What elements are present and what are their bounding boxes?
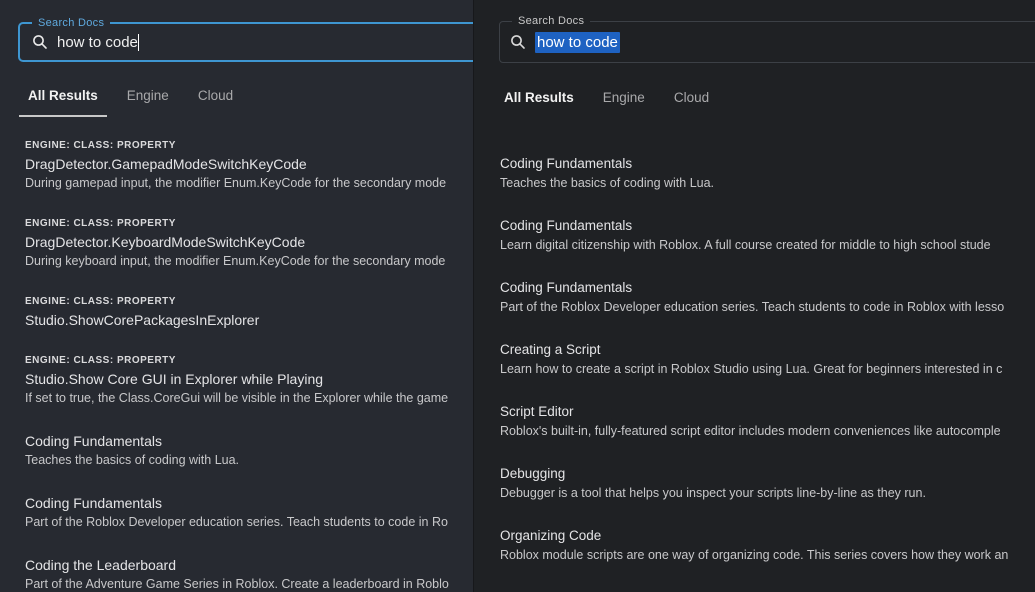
- result-title: Creating a Script: [500, 341, 1035, 359]
- result-category: ENGINE: CLASS: PROPERTY: [25, 295, 473, 309]
- search-icon: [32, 34, 48, 50]
- tab-engine[interactable]: Engine: [594, 90, 654, 119]
- search-result-item[interactable]: ENGINE: CLASS: PROPERTY Studio.Show Core …: [25, 354, 473, 407]
- result-category: ENGINE: CLASS: PROPERTY: [25, 354, 473, 368]
- result-description: Part of the Adventure Game Series in Rob…: [25, 576, 473, 592]
- search-result-item[interactable]: Coding Fundamentals Teaches the basics of…: [500, 155, 1035, 192]
- results-tab-bar: All Results Engine Cloud: [0, 88, 473, 117]
- result-description: Teaches the basics of coding with Lua.: [25, 452, 473, 469]
- search-result-item[interactable]: Coding Fundamentals Learn digital citizen…: [500, 217, 1035, 254]
- search-result-item[interactable]: Coding Fundamentals Part of the Roblox De…: [25, 494, 473, 531]
- search-result-item[interactable]: ENGINE: CLASS: PROPERTY DragDetector.Keyb…: [25, 217, 473, 270]
- docs-search-comparison: Search Docs how to code All Results Engi…: [0, 0, 1035, 592]
- search-result-item[interactable]: ENGINE: CLASS: PROPERTY Studio.ShowCorePa…: [25, 295, 473, 329]
- result-title: Coding Fundamentals: [500, 155, 1035, 173]
- result-description: Debugger is a tool that helps you inspec…: [500, 485, 1035, 502]
- results-tab-bar: All Results Engine Cloud: [474, 90, 1035, 119]
- tab-all-results[interactable]: All Results: [19, 88, 107, 117]
- result-description: Part of the Roblox Developer education s…: [500, 299, 1035, 316]
- result-description: Roblox's built-in, fully-featured script…: [500, 423, 1035, 440]
- result-description: Learn how to create a script in Roblox S…: [500, 361, 1035, 378]
- search-result-item[interactable]: Organizing Code Roblox module scripts are…: [500, 527, 1035, 564]
- tab-cloud[interactable]: Cloud: [189, 88, 242, 117]
- result-category: ENGINE: CLASS: PROPERTY: [25, 217, 473, 231]
- result-description: During gamepad input, the modifier Enum.…: [25, 175, 473, 192]
- search-query-text: how to code: [57, 34, 138, 51]
- search-input[interactable]: Search Docs how to code: [18, 22, 473, 62]
- search-input[interactable]: Search Docs how to code: [499, 21, 1035, 63]
- result-title: DragDetector.KeyboardModeSwitchKeyCode: [25, 233, 473, 251]
- result-title: Coding Fundamentals: [25, 494, 473, 512]
- tab-cloud[interactable]: Cloud: [665, 90, 718, 119]
- search-result-item[interactable]: Creating a Script Learn how to create a s…: [500, 341, 1035, 378]
- result-description: Teaches the basics of coding with Lua.: [500, 175, 1035, 192]
- result-title: Coding Fundamentals: [25, 432, 473, 450]
- result-title: Coding Fundamentals: [500, 217, 1035, 235]
- tab-all-results[interactable]: All Results: [495, 90, 583, 119]
- result-title: Coding Fundamentals: [500, 279, 1035, 297]
- result-title: Script Editor: [500, 403, 1035, 421]
- result-description: Part of the Roblox Developer education s…: [25, 514, 473, 531]
- result-title: Studio.Show Core GUI in Explorer while P…: [25, 370, 473, 388]
- search-result-item[interactable]: Coding Fundamentals Part of the Roblox De…: [500, 279, 1035, 316]
- result-description: During keyboard input, the modifier Enum…: [25, 253, 473, 270]
- result-description: Roblox module scripts are one way of org…: [500, 547, 1035, 564]
- search-results-list: Coding Fundamentals Teaches the basics of…: [474, 155, 1035, 592]
- search-field-label: Search Docs: [512, 14, 590, 28]
- result-title: DragDetector.GamepadModeSwitchKeyCode: [25, 155, 473, 173]
- tab-engine[interactable]: Engine: [118, 88, 178, 117]
- search-result-item[interactable]: ENGINE: CLASS: PROPERTY DragDetector.Game…: [25, 139, 473, 192]
- result-title: Organizing Code: [500, 527, 1035, 545]
- search-field-label: Search Docs: [32, 16, 110, 30]
- search-result-item[interactable]: Debugging Debugger is a tool that helps y…: [500, 465, 1035, 502]
- result-title: Studio.ShowCorePackagesInExplorer: [25, 311, 473, 329]
- search-result-item[interactable]: Script Editor Roblox's built-in, fully-fe…: [500, 403, 1035, 440]
- result-category: ENGINE: CLASS: PROPERTY: [25, 139, 473, 153]
- result-title: Coding the Leaderboard: [25, 556, 473, 574]
- right-search-panel: Search Docs how to code All Results Engi…: [473, 0, 1035, 592]
- result-description: If set to true, the Class.CoreGui will b…: [25, 390, 473, 407]
- search-icon: [510, 34, 526, 50]
- search-result-item[interactable]: Coding Fundamentals Teaches the basics of…: [25, 432, 473, 469]
- search-result-item[interactable]: Coding the Leaderboard Part of the Advent…: [25, 556, 473, 592]
- result-description: Learn digital citizenship with Roblox. A…: [500, 237, 1035, 254]
- search-query-text-selected: how to code: [535, 32, 620, 53]
- text-caret: [138, 34, 139, 51]
- result-title: Debugging: [500, 465, 1035, 483]
- left-search-panel: Search Docs how to code All Results Engi…: [0, 0, 473, 592]
- search-results-list: ENGINE: CLASS: PROPERTY DragDetector.Game…: [0, 139, 473, 592]
